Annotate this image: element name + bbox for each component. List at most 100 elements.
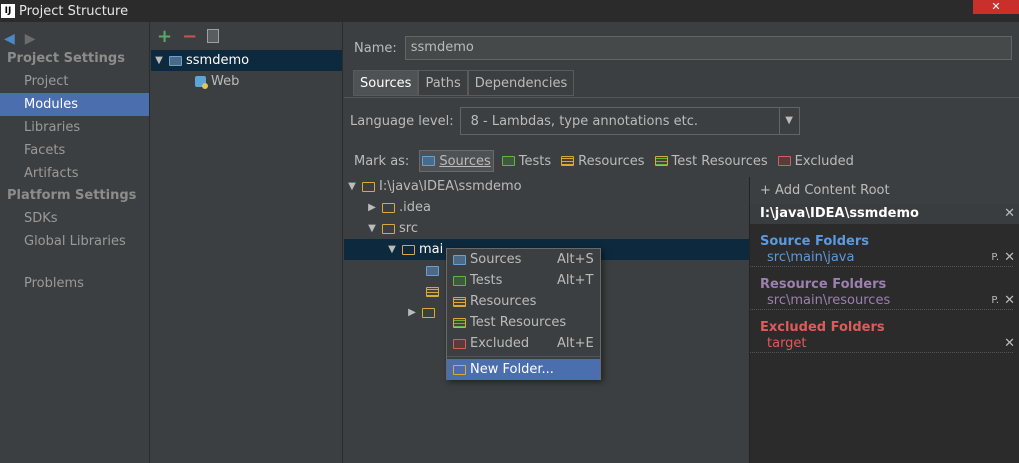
resource-folder-path: src\main\resources: [767, 293, 891, 308]
sidebar-item-global-libraries[interactable]: Global Libraries: [0, 230, 149, 253]
folder-icon: [402, 244, 415, 255]
menu-item-test-resources[interactable]: Test Resources: [447, 312, 600, 333]
mark-tests-button[interactable]: Tests: [500, 150, 553, 172]
resource-folder-entry: src\main\resources P. ✕: [750, 292, 1015, 310]
mark-test-resources-label: Test Resources: [671, 153, 768, 169]
section-platform-settings: Platform Settings: [7, 188, 137, 203]
module-row-ssmdemo[interactable]: ▼ ssmdemo: [151, 50, 342, 71]
content-root-path: I:\java\IDEA\ssmdemo ✕: [750, 204, 1019, 224]
sources-folder-icon: [422, 156, 436, 166]
module-folder-icon: [169, 55, 182, 66]
expand-triangle-icon[interactable]: ▼: [346, 176, 358, 197]
sidebar-item-modules[interactable]: Modules: [0, 93, 149, 116]
tree-main-label: mai: [419, 242, 444, 257]
menu-item-new-folder[interactable]: New Folder...: [447, 359, 600, 380]
mark-excluded-button[interactable]: Excluded: [776, 150, 856, 172]
menu-shortcut: Alt+S: [557, 252, 594, 267]
remove-resource-icon[interactable]: ✕: [1004, 292, 1015, 310]
collapse-triangle-icon[interactable]: ▶: [366, 197, 378, 218]
remove-excluded-icon[interactable]: ✕: [1004, 335, 1015, 353]
content-roots-panel: + Add Content Root I:\java\IDEA\ssmdemo …: [749, 177, 1019, 463]
expand-triangle-icon[interactable]: ▼: [153, 50, 165, 71]
sources-folder-icon: [453, 254, 466, 265]
test-resources-folder-icon: [453, 317, 466, 328]
window-title: Project Structure: [19, 3, 129, 19]
add-icon[interactable]: +: [157, 26, 172, 47]
add-content-root-button[interactable]: + Add Content Root: [750, 177, 1019, 204]
section-project-settings: Project Settings: [7, 51, 125, 66]
properties-icon[interactable]: P.: [991, 249, 999, 267]
resources-folder-icon: [561, 156, 575, 166]
tab-sources[interactable]: Sources: [353, 70, 419, 96]
web-facet-icon: [195, 76, 208, 89]
mark-resources-label: Resources: [578, 153, 645, 169]
menu-item-resources[interactable]: Resources: [447, 291, 600, 312]
content-root-label: I:\java\IDEA\ssmdemo: [760, 206, 919, 221]
menu-label: Excluded: [470, 336, 530, 351]
module-tabs: Sources Paths Dependencies: [353, 70, 575, 96]
settings-sidebar: ◀ ▶ Project Settings Project Modules Lib…: [0, 22, 150, 463]
excluded-folder-icon: [453, 338, 466, 349]
tree-row-src[interactable]: ▼ src: [344, 218, 749, 239]
expand-triangle-icon[interactable]: ▼: [386, 239, 398, 260]
folder-icon: [382, 223, 395, 234]
mark-tests-label: Tests: [518, 153, 552, 169]
folder-icon: [422, 307, 435, 318]
name-input[interactable]: ssmdemo: [404, 36, 1012, 60]
menu-label: New Folder...: [470, 362, 554, 377]
tab-dependencies[interactable]: Dependencies: [467, 70, 575, 96]
module-settings: Name: ssmdemo Sources Paths Dependencies…: [344, 22, 1019, 463]
properties-icon[interactable]: P.: [991, 292, 999, 310]
mark-as-row: Mark as: Sources Tests Resources Test Re…: [354, 150, 856, 172]
menu-item-excluded[interactable]: Excluded Alt+E: [447, 333, 600, 354]
remove-source-icon[interactable]: ✕: [1004, 249, 1015, 267]
language-level-row: Language level: 8 - Lambdas, type annota…: [350, 107, 800, 135]
language-level-label: Language level:: [350, 113, 454, 129]
expand-triangle-icon[interactable]: ▼: [366, 218, 378, 239]
remove-icon[interactable]: −: [182, 26, 197, 47]
folder-icon: [382, 202, 395, 213]
forward-arrow-icon[interactable]: ▶: [25, 31, 36, 47]
sidebar-item-facets[interactable]: Facets: [0, 139, 149, 162]
menu-label: Sources: [470, 252, 522, 267]
sources-folder-icon: [426, 265, 439, 276]
close-button[interactable]: ✕: [973, 0, 1019, 14]
mark-as-label: Mark as:: [354, 153, 410, 169]
name-label: Name:: [354, 40, 397, 56]
sidebar-item-libraries[interactable]: Libraries: [0, 116, 149, 139]
sidebar-item-artifacts[interactable]: Artifacts: [0, 162, 149, 185]
back-arrow-icon[interactable]: ◀: [4, 31, 15, 47]
collapse-triangle-icon[interactable]: ▶: [406, 302, 418, 323]
mark-sources-label: Sources: [439, 153, 491, 169]
excluded-folders-title: Excluded Folders: [760, 320, 885, 335]
menu-label: Resources: [470, 294, 537, 309]
mark-test-resources-button[interactable]: Test Resources: [653, 150, 770, 172]
mark-resources-button[interactable]: Resources: [559, 150, 646, 172]
facet-label: Web: [211, 74, 240, 89]
tab-paths[interactable]: Paths: [418, 70, 468, 96]
dropdown-arrow-icon[interactable]: ▼: [778, 108, 799, 134]
modules-toolbar: + −: [151, 22, 342, 50]
tree-idea-label: .idea: [399, 200, 431, 215]
copy-icon[interactable]: [207, 29, 220, 43]
mark-excluded-label: Excluded: [794, 153, 854, 169]
tests-folder-icon: [501, 156, 515, 166]
mark-sources-button[interactable]: Sources: [419, 150, 494, 172]
sidebar-item-sdks[interactable]: SDKs: [0, 207, 149, 230]
tree-row-root[interactable]: ▼ I:\java\IDEA\ssmdemo: [344, 176, 749, 197]
tree-row-idea[interactable]: ▶ .idea: [344, 197, 749, 218]
menu-label: Test Resources: [470, 315, 567, 330]
source-folder-path: src\main\java: [767, 250, 855, 265]
remove-root-icon[interactable]: ✕: [1004, 204, 1015, 224]
language-level-value: 8 - Lambdas, type annotations etc.: [470, 113, 699, 129]
intellij-logo-icon: IJ: [1, 4, 15, 18]
resources-folder-icon: [426, 286, 439, 297]
sidebar-item-project[interactable]: Project: [0, 70, 149, 93]
module-row-web[interactable]: Web: [151, 71, 342, 92]
language-level-select[interactable]: 8 - Lambdas, type annotations etc. ▼: [459, 107, 800, 135]
menu-item-sources[interactable]: Sources Alt+S: [447, 249, 600, 270]
excluded-folder-entry: target ✕: [750, 335, 1015, 353]
sidebar-item-problems[interactable]: Problems: [0, 272, 149, 295]
menu-item-tests[interactable]: Tests Alt+T: [447, 270, 600, 291]
menu-shortcut: Alt+T: [557, 273, 594, 288]
